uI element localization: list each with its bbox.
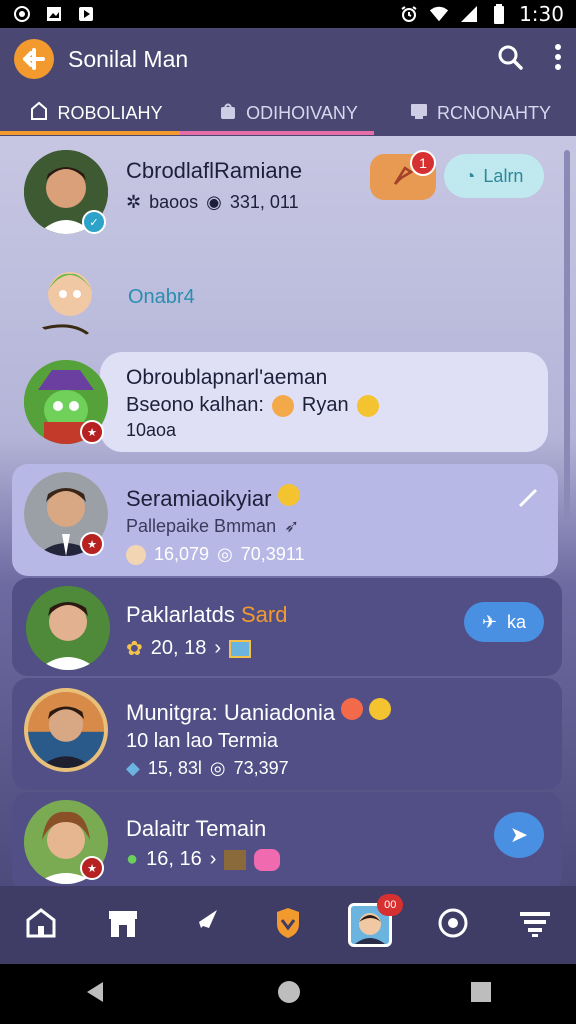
contact-name: Onabr4 <box>128 286 195 308</box>
tab-third[interactable]: RCNONAHTY <box>384 90 576 136</box>
circle-icon <box>436 906 470 945</box>
play-icon <box>76 5 96 23</box>
battery-icon <box>489 4 509 24</box>
scrollbar[interactable] <box>564 150 570 520</box>
app-logo-icon[interactable] <box>14 39 54 79</box>
avatar[interactable] <box>24 688 108 772</box>
message-preview: Pallepaike Bmman ➶ <box>126 516 300 536</box>
tab-label: ROBOLIAHY <box>57 102 163 123</box>
nav-store[interactable] <box>98 900 148 950</box>
pig-icon <box>254 848 281 871</box>
emoji-icon <box>356 394 379 417</box>
emoji-icon <box>369 698 392 720</box>
tab-first[interactable]: ROBOLIAHY <box>0 90 192 136</box>
tab-second[interactable]: ODIHOIVANY <box>192 90 384 136</box>
chevron-right-icon: › <box>209 848 217 870</box>
verified-icon: ✓ <box>82 210 106 234</box>
tab-bar: ROBOLIAHY ODIHOIVANY RCNONAHTY <box>0 90 576 136</box>
more-options-icon[interactable] <box>554 43 562 76</box>
contact-stats: ✿ 20, 18 › <box>126 636 252 661</box>
back-icon[interactable] <box>83 979 109 1010</box>
system-nav-bar <box>0 964 576 1024</box>
send-icon: ➤ <box>509 822 529 847</box>
circle-icon <box>12 5 32 23</box>
card-icon <box>229 639 252 658</box>
contact-stats: 16,079 ◎ 70,3911 <box>126 544 305 565</box>
rocket-small-icon: ➶ <box>284 516 300 536</box>
shield-icon <box>273 906 303 945</box>
message-preview: Bseono kalhan: Ryan <box>126 394 379 417</box>
avatar[interactable] <box>28 254 112 338</box>
edit-icon[interactable] <box>516 486 540 515</box>
app-title: Sonilal Man <box>68 45 189 72</box>
contact-stats: ● 16, 16 › <box>126 848 281 871</box>
notification-badge: 1 <box>410 150 436 176</box>
tab-indicator-secondary <box>180 131 374 135</box>
home-button-icon[interactable] <box>276 979 302 1010</box>
search-icon[interactable] <box>496 43 524 76</box>
emoji-icon <box>277 484 300 506</box>
flag-badge-icon: ★ <box>80 420 104 444</box>
contact-stats: ◆ 15, 83l ◎ 73,397 <box>126 758 289 778</box>
conversation-list[interactable]: ✓ CbrodlaflRamiane ✲ baoos ◉ 331, 011 1 … <box>0 136 576 886</box>
emoji-icon <box>271 394 294 417</box>
recents-icon[interactable] <box>469 980 493 1009</box>
box-icon <box>224 849 247 870</box>
alarm-icon <box>399 5 419 23</box>
nav-discover[interactable] <box>428 900 478 950</box>
diamond-icon: ◆ <box>126 758 140 778</box>
message-preview: 10 lan lao Termia <box>126 730 278 752</box>
tab-label: RCNONAHTY <box>436 102 551 123</box>
status-bar: 1:30 <box>0 0 576 28</box>
nav-profile[interactable]: 00 <box>345 894 404 950</box>
plane-icon: ✈ <box>481 611 498 632</box>
folder-icon <box>409 101 429 126</box>
paw-icon: ✿ <box>126 638 143 660</box>
contact-meta: ✲ baoos ◉ 331, 011 <box>126 192 299 212</box>
rocket-icon <box>189 906 223 945</box>
bag-icon <box>218 101 238 126</box>
home-icon <box>24 906 58 945</box>
nav-launch[interactable] <box>181 900 231 950</box>
message-count: 10aoa <box>126 420 177 440</box>
plane-button[interactable]: ✈ ka <box>464 602 544 642</box>
filter-icon <box>518 906 552 945</box>
learn-button[interactable]: ◔ Lalrn <box>444 154 544 198</box>
contact-name: CbrodlaflRamiane <box>126 158 303 183</box>
timer-icon: ◔ <box>464 165 476 186</box>
sparkle-icon: ✲ <box>126 192 142 212</box>
at-icon: ◉ <box>206 192 222 212</box>
contact-name: Seramiaoikyiar <box>126 484 300 512</box>
image-icon <box>44 5 64 23</box>
clock: 1:30 <box>519 2 564 26</box>
target-icon: ◎ <box>209 758 226 778</box>
contact-name: Obroublapnarl'aeman <box>126 366 328 389</box>
bottom-nav: 00 <box>0 886 576 964</box>
nav-home[interactable] <box>16 900 66 950</box>
notification-badge: 00 <box>377 894 404 916</box>
contact-name: Paklarlatds Sard <box>126 602 288 627</box>
nav-shield[interactable] <box>263 900 313 950</box>
tab-label: ODIHOIVANY <box>246 102 358 123</box>
wifi-icon <box>429 5 449 23</box>
chevron-right-icon: › <box>214 637 222 659</box>
home-outline-icon <box>29 101 49 126</box>
nav-filter[interactable] <box>510 900 560 950</box>
contact-name: Munitgra: Uaniadonia <box>126 698 392 726</box>
flag-badge-icon: ★ <box>80 856 104 880</box>
flag-badge-icon: ★ <box>80 532 104 556</box>
send-button[interactable]: ➤ <box>494 812 544 858</box>
emoji-icon <box>341 698 364 720</box>
frog-icon: ● <box>126 848 139 870</box>
tab-indicator <box>0 131 180 135</box>
signal-icon <box>459 5 479 23</box>
face-icon <box>126 544 146 565</box>
app-bar: Sonilal Man <box>0 28 576 90</box>
target-icon: ◎ <box>217 544 233 564</box>
contact-name: Dalaitr Temain <box>126 816 267 841</box>
avatar[interactable] <box>26 586 110 670</box>
store-icon <box>106 906 140 945</box>
